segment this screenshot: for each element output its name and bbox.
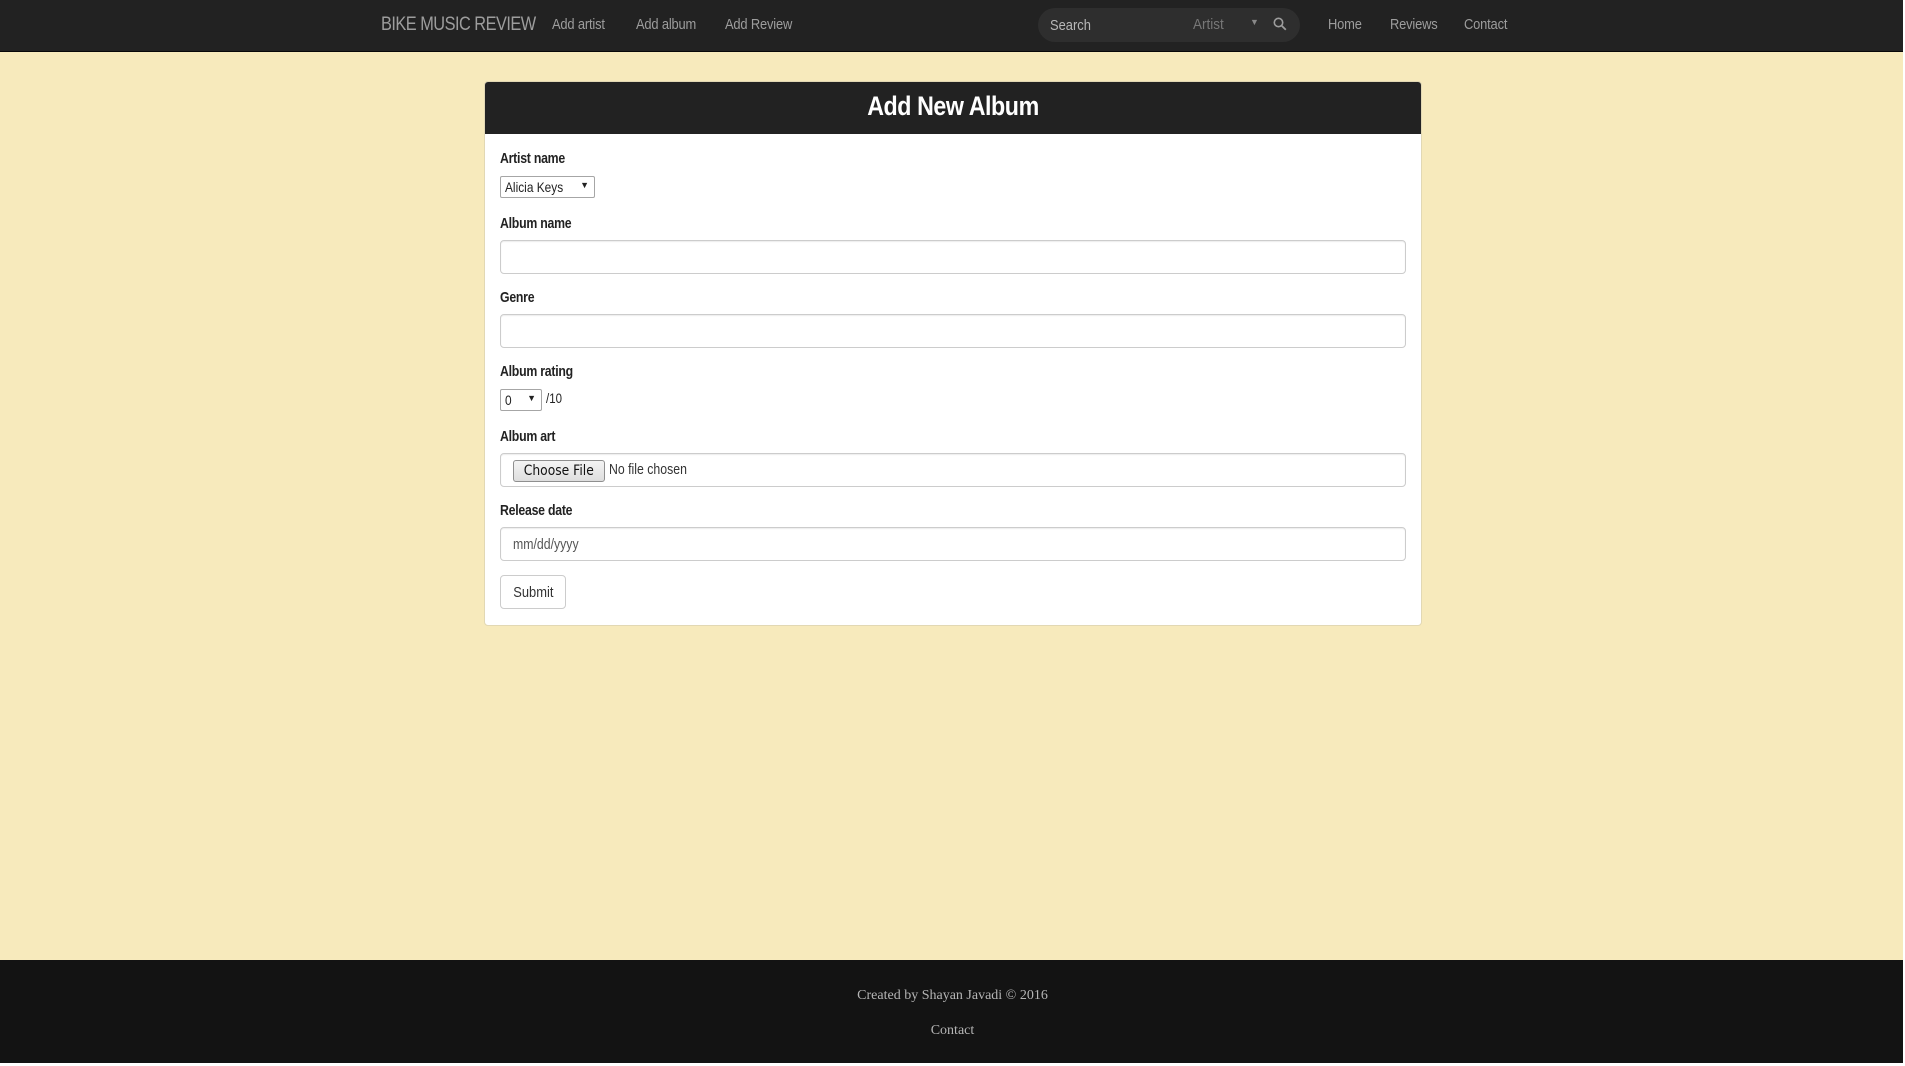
album-name-input[interactable] [500, 240, 1406, 274]
nav-add-album[interactable]: Add album [636, 16, 696, 33]
page-title: Add New Album [867, 91, 1039, 121]
genre-input[interactable] [500, 314, 1406, 348]
search-type-select[interactable]: Artist [1193, 16, 1254, 36]
file-status: No file chosen [609, 461, 687, 478]
release-date-input[interactable]: mm/dd/yyyy [500, 527, 1406, 561]
footer-contact-link[interactable]: Contact [0, 1023, 1905, 1039]
footer-credit: Created by Shayan Javadi © 2016 [857, 988, 1048, 1003]
add-album-panel: Add New Album Artist name Alicia Keys ▼ … [484, 81, 1422, 626]
artist-select[interactable]: Alicia Keys ▼ [500, 176, 595, 198]
submit-button[interactable]: Submit [500, 575, 566, 609]
chevron-down-icon: ▼ [1250, 17, 1259, 27]
album-rating-label: Album rating [500, 363, 573, 380]
search-icon[interactable] [1273, 17, 1287, 31]
album-art-label: Album art [500, 428, 556, 445]
rating-suffix: /10 [546, 390, 562, 406]
chevron-down-icon: ▼ [527, 393, 536, 403]
top-navbar: BIKE MUSIC REVIEW Add artist Add album A… [0, 0, 1905, 52]
choose-file-button[interactable]: Choose File [513, 460, 605, 482]
chevron-down-icon: ▼ [580, 180, 589, 190]
search-form: Search Artist ▼ [1038, 8, 1300, 42]
submit-button-label: Submit [512, 584, 554, 601]
brand-logo[interactable]: BIKE MUSIC REVIEW [381, 14, 536, 36]
nav-add-review[interactable]: Add Review [725, 16, 792, 33]
artist-select-value: Alicia Keys [505, 179, 564, 195]
panel-heading: Add New Album [485, 82, 1421, 134]
date-placeholder: mm/dd/yyyy [513, 536, 579, 553]
artist-name-label: Artist name [500, 150, 565, 167]
album-name-label: Album name [500, 215, 572, 232]
search-input[interactable]: Search [1050, 17, 1166, 34]
release-date-label: Release date [500, 502, 573, 519]
rating-select-value: 0 [505, 392, 512, 408]
footer: Created by Shayan Javadi © 2016 Contact [0, 960, 1905, 1063]
genre-label: Genre [500, 289, 535, 306]
nav-home[interactable]: Home [1328, 16, 1362, 33]
album-art-file-input[interactable]: Choose File No file chosen [500, 453, 1406, 487]
nav-reviews[interactable]: Reviews [1390, 16, 1438, 33]
nav-contact[interactable]: Contact [1464, 16, 1507, 33]
rating-select[interactable]: 0 ▼ [500, 389, 542, 411]
nav-add-artist[interactable]: Add artist [552, 16, 605, 33]
